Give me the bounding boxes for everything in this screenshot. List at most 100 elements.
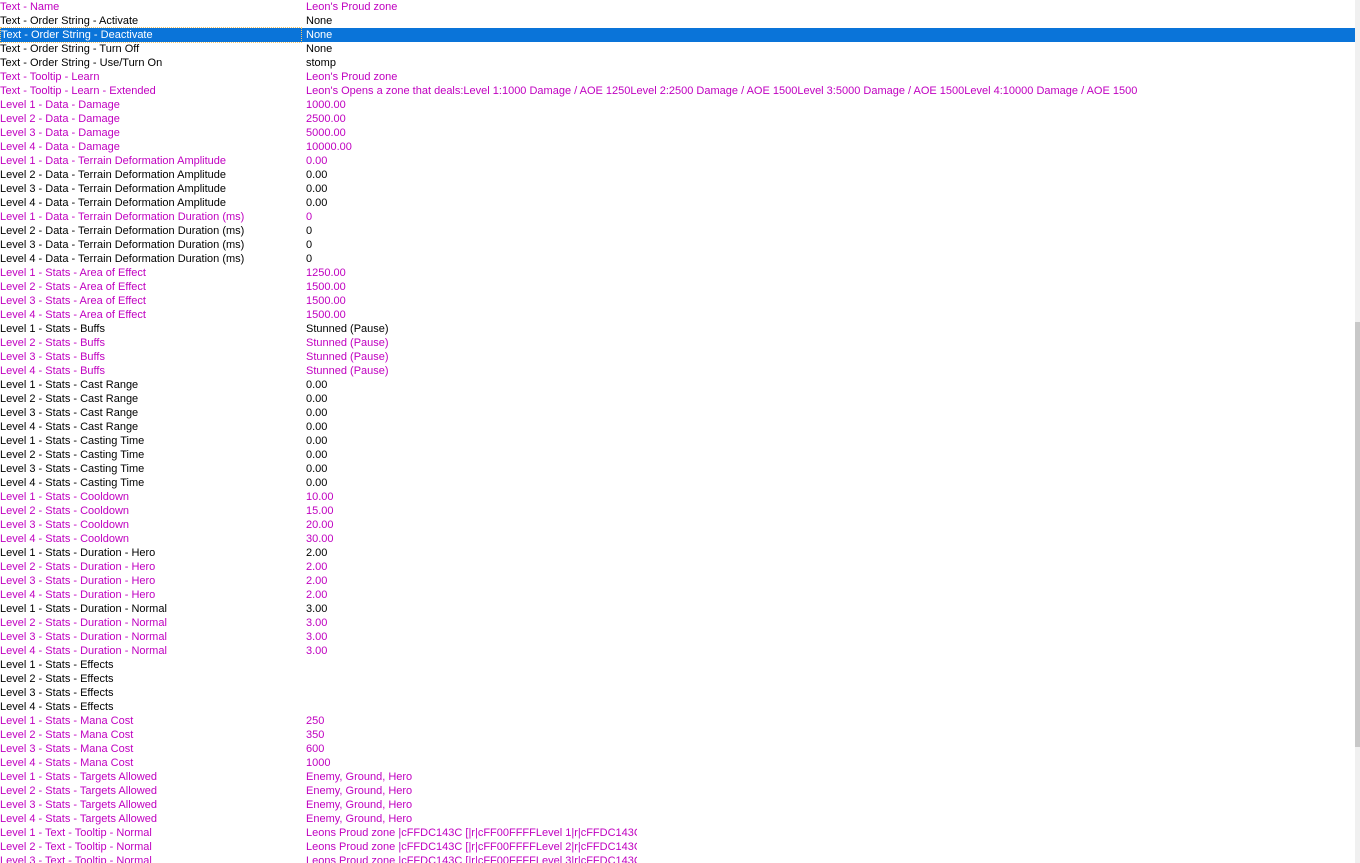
field-row[interactable]: Level 3 - Stats - Effects (0, 686, 1355, 700)
field-row[interactable]: Level 2 - Text - Tooltip - Normal Leons P… (0, 840, 1355, 854)
field-row[interactable]: Level 1 - Stats - Targets Allowed Enemy, … (0, 770, 1355, 784)
field-row[interactable]: Level 3 - Stats - Casting Time 0.00 (0, 462, 1355, 476)
field-value: 30.00 (306, 533, 334, 545)
field-name: Level 2 - Stats - Duration - Hero (0, 561, 156, 573)
object-fields-list[interactable]: Text - Name Leon's Proud zone Text - Order… (0, 0, 1355, 863)
field-row[interactable]: Level 2 - Stats - Duration - Hero 2.00 (0, 560, 1355, 574)
field-row[interactable]: Level 1 - Stats - Effects (0, 658, 1355, 672)
field-name: Level 4 - Data - Terrain Deformation Amp… (0, 197, 227, 209)
field-row[interactable]: Text - Tooltip - Learn - Extended Leon's … (0, 84, 1355, 98)
field-value: 3.00 (306, 645, 328, 657)
field-row[interactable]: Level 4 - Stats - Cast Range 0.00 (0, 420, 1355, 434)
scrollbar-thumb[interactable] (1355, 322, 1360, 747)
field-row[interactable]: Text - Name Leon's Proud zone (0, 0, 1355, 14)
field-row[interactable]: Level 3 - Stats - Buffs Stunned (Pause) (0, 350, 1355, 364)
field-row[interactable]: Level 1 - Stats - Area of Effect 1250.00 (0, 266, 1355, 280)
vertical-scrollbar[interactable] (1355, 0, 1360, 863)
field-value: 0.00 (306, 197, 328, 209)
field-row[interactable]: Level 1 - Data - Terrain Deformation Amp… (0, 154, 1355, 168)
field-value: 3.00 (306, 617, 328, 629)
field-row[interactable]: Level 4 - Stats - Mana Cost 1000 (0, 756, 1355, 770)
field-value: Leons Proud zone |cFFDC143C [|r|cFF00FFF… (306, 841, 637, 853)
field-name: Level 2 - Data - Terrain Deformation Dur… (0, 225, 245, 237)
field-row[interactable]: Level 3 - Stats - Duration - Hero 2.00 (0, 574, 1355, 588)
field-row[interactable]: Level 3 - Data - Terrain Deformation Dur… (0, 238, 1355, 252)
field-name: Level 1 - Stats - Duration - Hero (0, 547, 156, 559)
field-name: Level 3 - Stats - Targets Allowed (0, 799, 157, 811)
field-row[interactable]: Level 1 - Stats - Buffs Stunned (Pause) (0, 322, 1355, 336)
field-row[interactable]: Level 4 - Stats - Area of Effect 1500.00 (0, 308, 1355, 322)
field-row[interactable]: Level 2 - Stats - Casting Time 0.00 (0, 448, 1355, 462)
field-row[interactable]: Level 1 - Stats - Casting Time 0.00 (0, 434, 1355, 448)
field-row[interactable]: Level 1 - Text - Tooltip - Normal Leons P… (0, 826, 1355, 840)
field-row[interactable]: Level 2 - Stats - Duration - Normal 3.00 (0, 616, 1355, 630)
field-name: Level 2 - Stats - Area of Effect (0, 281, 146, 293)
field-row[interactable]: Level 1 - Stats - Mana Cost 250 (0, 714, 1355, 728)
field-name: Level 2 - Data - Terrain Deformation Amp… (0, 169, 227, 181)
field-row[interactable]: Level 1 - Stats - Cooldown 10.00 (0, 490, 1355, 504)
field-name: Level 2 - Stats - Duration - Normal (0, 617, 167, 629)
field-row[interactable]: Level 4 - Stats - Effects (0, 700, 1355, 714)
field-value: 0.00 (306, 155, 328, 167)
field-name: Level 3 - Stats - Cast Range (0, 407, 139, 419)
field-row[interactable]: Level 2 - Stats - Targets Allowed Enemy, … (0, 784, 1355, 798)
field-row[interactable]: Level 3 - Data - Terrain Deformation Amp… (0, 182, 1355, 196)
field-name: Level 1 - Stats - Buffs (0, 323, 105, 335)
field-name: Level 1 - Stats - Mana Cost (0, 715, 134, 727)
field-value: Leons Proud zone |cFFDC143C [|r|cFF00FFF… (306, 827, 637, 839)
field-row[interactable]: Level 1 - Data - Terrain Deformation Dur… (0, 210, 1355, 224)
field-row[interactable]: Level 3 - Stats - Mana Cost 600 (0, 742, 1355, 756)
field-value: Leons Proud zone |cFFDC143C [|r|cFF00FFF… (306, 855, 637, 863)
field-name: Level 4 - Stats - Targets Allowed (0, 813, 157, 825)
field-row[interactable]: Level 2 - Stats - Area of Effect 1500.00 (0, 280, 1355, 294)
field-row[interactable]: Level 2 - Stats - Effects (0, 672, 1355, 686)
field-name: Level 2 - Stats - Cast Range (0, 393, 139, 405)
field-row[interactable]: Level 4 - Stats - Casting Time 0.00 (0, 476, 1355, 490)
field-row[interactable]: Level 3 - Stats - Cast Range 0.00 (0, 406, 1355, 420)
field-value: 0.00 (306, 463, 328, 475)
field-value: None (306, 43, 333, 55)
field-row[interactable]: Level 4 - Stats - Buffs Stunned (Pause) (0, 364, 1355, 378)
field-row[interactable]: Level 3 - Stats - Cooldown 20.00 (0, 518, 1355, 532)
field-row[interactable]: Level 4 - Data - Terrain Deformation Amp… (0, 196, 1355, 210)
field-name: Level 3 - Stats - Duration - Normal (0, 631, 167, 643)
field-row[interactable]: Level 2 - Stats - Cast Range 0.00 (0, 392, 1355, 406)
field-row[interactable]: Level 1 - Stats - Cast Range 0.00 (0, 378, 1355, 392)
field-row[interactable]: Level 2 - Stats - Buffs Stunned (Pause) (0, 336, 1355, 350)
field-row[interactable]: Level 4 - Stats - Duration - Hero 2.00 (0, 588, 1355, 602)
field-row[interactable]: Level 4 - Stats - Targets Allowed Enemy, … (0, 812, 1355, 826)
field-value: 350 (306, 729, 325, 741)
field-row[interactable]: Level 3 - Stats - Targets Allowed Enemy, … (0, 798, 1355, 812)
field-row[interactable]: Level 3 - Data - Damage 5000.00 (0, 126, 1355, 140)
field-name: Level 3 - Data - Terrain Deformation Dur… (0, 239, 245, 251)
field-row[interactable]: Level 2 - Data - Damage 2500.00 (0, 112, 1355, 126)
field-row[interactable]: Level 1 - Stats - Duration - Hero 2.00 (0, 546, 1355, 560)
field-row[interactable]: Level 4 - Stats - Duration - Normal 3.00 (0, 644, 1355, 658)
field-row[interactable]: Level 2 - Stats - Mana Cost 350 (0, 728, 1355, 742)
field-name: Level 3 - Data - Damage (0, 127, 120, 139)
field-row[interactable]: Level 4 - Data - Damage 10000.00 (0, 140, 1355, 154)
field-row[interactable]: Level 1 - Stats - Duration - Normal 3.00 (0, 602, 1355, 616)
field-name: Level 1 - Text - Tooltip - Normal (0, 827, 152, 839)
field-row[interactable]: Level 1 - Data - Damage 1000.00 (0, 98, 1355, 112)
field-row[interactable]: Text - Tooltip - Learn Leon's Proud zone (0, 70, 1355, 84)
field-row[interactable]: Text - Order String - Deactivate None (0, 27, 1355, 43)
field-row[interactable]: Text - Order String - Use/Turn On stomp (0, 56, 1355, 70)
field-value: 1500.00 (306, 281, 346, 293)
field-row[interactable]: Level 3 - Text - Tooltip - Normal Leons P… (0, 854, 1355, 863)
field-row[interactable]: Level 2 - Data - Terrain Deformation Dur… (0, 224, 1355, 238)
field-value: Enemy, Ground, Hero (306, 785, 413, 797)
field-row[interactable]: Level 3 - Stats - Area of Effect 1500.00 (0, 294, 1355, 308)
field-name: Level 1 - Data - Terrain Deformation Amp… (0, 155, 227, 167)
field-name: Level 4 - Stats - Mana Cost (0, 757, 134, 769)
field-row[interactable]: Level 4 - Data - Terrain Deformation Dur… (0, 252, 1355, 266)
field-row[interactable]: Level 2 - Data - Terrain Deformation Amp… (0, 168, 1355, 182)
field-row[interactable]: Text - Order String - Activate None (0, 14, 1355, 28)
field-value: stomp (306, 57, 336, 69)
field-name: Level 2 - Stats - Casting Time (0, 449, 145, 461)
field-row[interactable]: Level 4 - Stats - Cooldown 30.00 (0, 532, 1355, 546)
field-row[interactable]: Level 2 - Stats - Cooldown 15.00 (0, 504, 1355, 518)
field-value: 10000.00 (306, 141, 352, 153)
field-row[interactable]: Level 3 - Stats - Duration - Normal 3.00 (0, 630, 1355, 644)
field-row[interactable]: Text - Order String - Turn Off None (0, 42, 1355, 56)
